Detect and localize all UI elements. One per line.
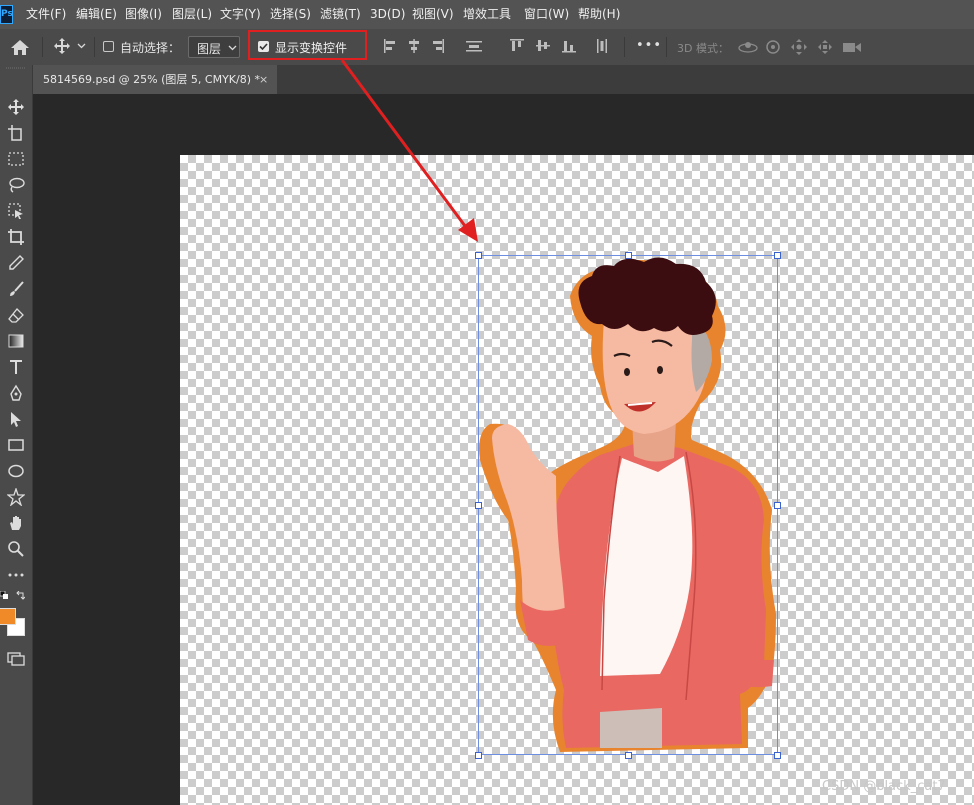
watermark-text: CSDN @black_cat7 bbox=[822, 779, 946, 794]
annotation-arrow bbox=[340, 59, 478, 242]
